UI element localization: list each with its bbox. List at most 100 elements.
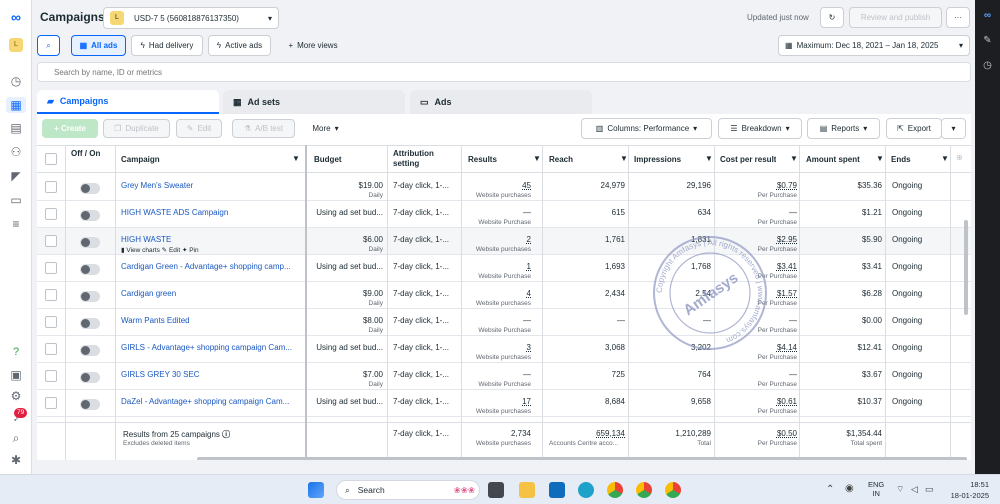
campaign-name-link[interactable]: GIRLS - Advantage+ shopping campaign Cam… — [121, 343, 301, 352]
edge-icon[interactable] — [578, 482, 594, 498]
edit-icon[interactable]: ✎ — [980, 33, 995, 48]
chrome-icon[interactable] — [607, 482, 623, 498]
clock[interactable]: 18:51 18-01-2025 — [945, 479, 989, 501]
task-view-icon[interactable] — [488, 482, 504, 498]
pin-link[interactable]: Pin — [189, 247, 198, 254]
sort-down-icon[interactable]: ▼ — [292, 154, 300, 163]
settings-icon[interactable]: ⚙ — [6, 388, 26, 404]
campaign-toggle[interactable] — [80, 210, 100, 221]
campaign-toggle[interactable] — [80, 237, 100, 248]
info-icon[interactable]: ⓘ — [222, 430, 230, 439]
dashboard-icon[interactable]: ◷ — [6, 73, 26, 89]
pages-icon[interactable]: ▤ — [6, 120, 26, 136]
campaign-name-link[interactable]: DaZel - Advantage+ shopping campaign Cam… — [121, 397, 301, 406]
table-row[interactable]: Warm Pants Edited $8.00 Daily 7-day click, … — [37, 309, 971, 336]
horizontal-scrollbar[interactable] — [197, 457, 967, 460]
table-row[interactable]: GIRLS GREY 30 SEC $7.00 Daily 7-day click, … — [37, 363, 971, 390]
menu-icon[interactable]: ≡ — [6, 216, 26, 232]
select-all-checkbox[interactable] — [45, 153, 57, 165]
campaign-name-link[interactable]: HIGH WASTE ADS Campaign — [121, 208, 301, 217]
search-icon[interactable]: ⌕ — [6, 430, 26, 446]
account-avatar[interactable]: L — [9, 38, 23, 52]
bug-icon[interactable]: ✱ — [6, 452, 26, 468]
wifi-icon[interactable]: ⌔ — [896, 484, 904, 495]
outlook-icon[interactable] — [549, 482, 565, 498]
edit-link[interactable]: Edit — [169, 247, 180, 254]
megaphone-icon[interactable]: ◤ — [6, 168, 26, 184]
campaign-toggle[interactable] — [80, 372, 100, 383]
tab-ads[interactable]: ▭ Ads — [410, 90, 592, 114]
sort-down-icon[interactable]: ▼ — [790, 154, 798, 163]
column-header-amount-spent[interactable]: Amount spent — [806, 155, 860, 164]
table-row[interactable]: DaZel - Advantage+ shopping campaign Cam… — [37, 390, 971, 417]
campaign-name-link[interactable]: Cardigan green — [121, 289, 301, 298]
chrome-profile-icon[interactable] — [636, 482, 652, 498]
more-options-button[interactable]: ··· — [946, 7, 970, 28]
row-checkbox[interactable] — [45, 397, 57, 409]
language-indicator[interactable]: ENG IN — [868, 480, 884, 498]
meta-logo-icon[interactable]: ∞ — [980, 8, 995, 23]
export-dropdown-button[interactable]: ▾ — [941, 118, 966, 139]
search-input[interactable] — [38, 63, 970, 81]
column-header-offon[interactable]: Off / On — [71, 149, 101, 159]
export-button[interactable]: ⇱ Export — [886, 118, 942, 139]
column-header-ends[interactable]: Ends — [891, 155, 911, 164]
review-publish-button[interactable]: Review and publish — [849, 7, 942, 28]
campaign-toggle[interactable] — [80, 345, 100, 356]
column-header-campaign[interactable]: Campaign — [121, 155, 160, 164]
table-row[interactable]: Cardigan green $9.00 Daily 7-day click, 1-.… — [37, 282, 971, 309]
column-header-cost-per-result[interactable]: Cost per result — [720, 155, 776, 164]
ab-test-button[interactable]: ⚗ A/B test — [232, 119, 295, 138]
row-checkbox[interactable] — [45, 289, 57, 301]
table-row[interactable]: GIRLS - Advantage+ shopping campaign Cam… — [37, 336, 971, 363]
column-header-reach[interactable]: Reach — [549, 155, 573, 164]
sort-down-icon[interactable]: ▼ — [876, 154, 884, 163]
date-range-picker[interactable]: ▦ Maximum: Dec 18, 2021 – Jan 18, 2025 ▾ — [778, 35, 970, 56]
row-checkbox[interactable] — [45, 316, 57, 328]
view-charts-link[interactable]: View charts — [126, 247, 159, 254]
campaigns-table-icon[interactable]: ▦ — [6, 97, 26, 113]
campaign-name-link[interactable]: Cardigan Green - Advantage+ shopping cam… — [121, 262, 301, 271]
more-button[interactable]: More ▾ — [303, 119, 348, 138]
tab-campaigns[interactable]: ▰ Campaigns — [37, 90, 219, 114]
row-checkbox[interactable] — [45, 370, 57, 382]
sort-down-icon[interactable]: ▼ — [533, 154, 541, 163]
more-views-button[interactable]: + More views — [280, 35, 346, 56]
taskbar-search[interactable]: ⌕ Search ❀❀❀ — [336, 480, 480, 500]
vertical-scrollbar[interactable] — [964, 220, 968, 315]
audiences-icon[interactable]: ⚇ — [6, 144, 26, 160]
search-toggle-button[interactable]: ⌕ — [37, 35, 60, 56]
campaign-name-link[interactable]: HIGH WASTE — [121, 235, 301, 244]
campaign-name-link[interactable]: GIRLS GREY 30 SEC — [121, 370, 301, 379]
file-explorer-icon[interactable] — [519, 482, 535, 498]
account-selector[interactable]: L USD-7 5 (560818876137350) ▾ — [103, 7, 279, 29]
table-row[interactable]: Cardigan Green - Advantage+ shopping cam… — [37, 255, 971, 282]
chevron-up-icon[interactable]: ⌃ — [826, 484, 834, 495]
table-row[interactable]: HIGH WASTE ADS Campaign Using ad set bud.… — [37, 201, 971, 228]
windows-start-icon[interactable] — [308, 482, 324, 498]
campaign-toggle[interactable] — [80, 399, 100, 410]
row-checkbox[interactable] — [45, 235, 57, 247]
tab-ad-sets[interactable]: ▦ Ad sets — [223, 90, 405, 114]
notes-icon[interactable]: ▣ — [6, 367, 26, 383]
row-checkbox[interactable] — [45, 181, 57, 193]
edit-button[interactable]: ✎ Edit — [176, 119, 222, 138]
tray-app-icon[interactable]: ◉ — [845, 483, 854, 494]
reports-button[interactable]: ▤ Reports ▾ — [807, 118, 880, 139]
row-checkbox[interactable] — [45, 262, 57, 274]
sort-down-icon[interactable]: ▼ — [620, 154, 628, 163]
create-button[interactable]: + Create — [42, 119, 98, 138]
table-row[interactable]: Grey Men's Sweater $19.00 Daily 7-day click… — [37, 174, 971, 201]
table-row[interactable]: HIGH WASTE ▮ View charts ✎ Edit ✦ Pin $6.0… — [37, 228, 971, 255]
column-header-impressions[interactable]: Impressions — [634, 155, 681, 164]
column-header-results[interactable]: Results — [468, 155, 497, 164]
add-column-icon[interactable]: ⊕ — [956, 153, 963, 162]
row-checkbox[interactable] — [45, 343, 57, 355]
breakdown-button[interactable]: ☰ Breakdown ▾ — [718, 118, 802, 139]
sort-down-icon[interactable]: ▼ — [941, 154, 949, 163]
had-delivery-filter[interactable]: ϟ Had delivery — [131, 35, 203, 56]
meta-logo-icon[interactable]: ∞ — [6, 9, 26, 25]
campaign-toggle[interactable] — [80, 264, 100, 275]
help-icon[interactable]: ? — [6, 344, 26, 360]
all-ads-filter[interactable]: ▦ All ads — [71, 35, 126, 56]
